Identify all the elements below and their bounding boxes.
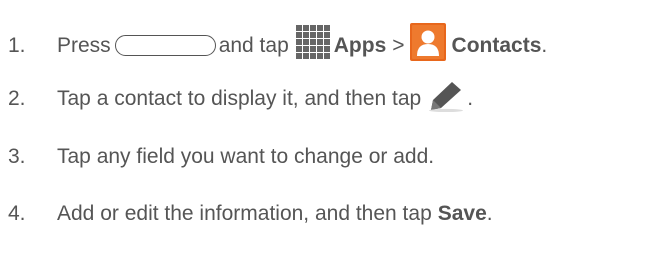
step-text-press: Press bbox=[57, 34, 111, 57]
step-1: 1. Press and tap Apps > Contacts . bbox=[8, 23, 548, 66]
pencil-edit-icon bbox=[429, 82, 464, 112]
instruction-steps: 1. Press and tap Apps > Contacts . 2. Ta… bbox=[0, 0, 665, 259]
step-number: 4. bbox=[8, 202, 26, 225]
step-text: Tap any field you want to change or add. bbox=[57, 145, 435, 168]
step-3: 3. Tap any field you want to change or a… bbox=[8, 137, 434, 177]
contacts-label: Contacts bbox=[451, 34, 542, 57]
contacts-icon bbox=[409, 23, 446, 61]
step-number: 1. bbox=[8, 34, 26, 57]
home-key-icon bbox=[114, 34, 216, 56]
step-text-and-tap: and tap bbox=[218, 34, 289, 57]
step-end: . bbox=[486, 202, 493, 225]
step-4: 4. Add or edit the information, and then… bbox=[8, 194, 493, 234]
menu-separator: > bbox=[392, 34, 405, 57]
step-end: . bbox=[467, 87, 474, 110]
save-label: Save bbox=[437, 202, 487, 225]
apps-label: Apps bbox=[333, 34, 387, 57]
step-number: 3. bbox=[8, 145, 26, 168]
step-end: . bbox=[541, 34, 548, 57]
step-number: 2. bbox=[8, 87, 26, 110]
step-text: Add or edit the information, and then ta… bbox=[57, 202, 432, 225]
apps-grid-icon bbox=[295, 25, 330, 59]
step-text: Tap a contact to display it, and then ta… bbox=[57, 87, 422, 110]
step-2: 2. Tap a contact to display it, and then… bbox=[8, 79, 473, 119]
